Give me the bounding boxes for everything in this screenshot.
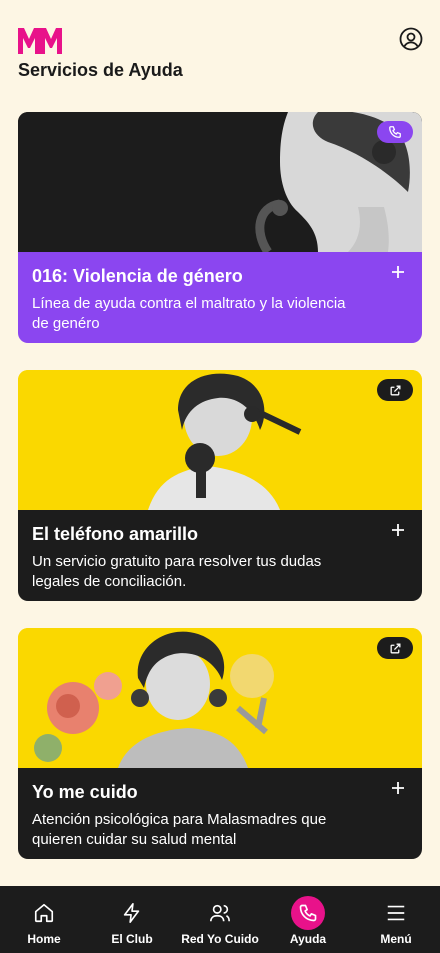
- card-body: Yo me cuido Atención psicológica para Ma…: [18, 768, 422, 859]
- external-link-icon: [390, 643, 400, 653]
- lightning-icon: [115, 896, 149, 930]
- home-icon: [27, 896, 61, 930]
- nav-item-menu[interactable]: Menú: [352, 886, 440, 953]
- card-description: Atención psicológica para Malasmadres qu…: [32, 811, 327, 848]
- nav-label: El Club: [111, 932, 153, 946]
- nav-label: Menú: [380, 932, 412, 946]
- app-header: Servicios de Ayuda: [0, 0, 440, 100]
- page-title: Servicios de Ayuda: [18, 60, 183, 80]
- service-card-telefono-amarillo[interactable]: El teléfono amarillo Un servicio gratuit…: [18, 370, 422, 601]
- nav-label: Home: [27, 932, 61, 946]
- card-image: [18, 112, 422, 252]
- nav-item-red-yo-cuido[interactable]: Red Yo Cuido: [176, 886, 264, 953]
- card-description: Un servicio gratuito para resolver tus d…: [32, 553, 322, 590]
- call-badge[interactable]: [377, 121, 413, 143]
- user-circle-icon: [399, 27, 423, 51]
- card-image: [18, 370, 422, 510]
- plus-icon[interactable]: [390, 780, 406, 796]
- external-link-icon: [390, 385, 400, 395]
- nav-item-home[interactable]: Home: [0, 886, 88, 953]
- nav-item-ayuda[interactable]: Ayuda: [264, 886, 352, 953]
- phone-icon: [389, 126, 401, 138]
- nav-label: Ayuda: [289, 932, 327, 946]
- nav-item-el-club[interactable]: El Club: [88, 886, 176, 953]
- plus-icon[interactable]: [390, 522, 406, 538]
- card-body: El teléfono amarillo Un servicio gratuit…: [18, 510, 422, 601]
- woman-with-headphones-photo: [18, 112, 422, 252]
- woman-with-roses-photo: [18, 628, 422, 768]
- external-link-badge[interactable]: [377, 379, 413, 401]
- card-image: [18, 628, 422, 768]
- service-card-yo-me-cuido[interactable]: Yo me cuido Atención psicológica para Ma…: [18, 628, 422, 859]
- bottom-navigation: Home El Club Red Yo Cuido Ayuda Menú: [0, 886, 440, 953]
- hamburger-menu-icon: [379, 896, 413, 930]
- card-body: 016: Violencia de género Línea de ayuda …: [18, 252, 422, 343]
- external-link-badge[interactable]: [377, 637, 413, 659]
- users-icon: [203, 896, 237, 930]
- card-title: Yo me cuido: [32, 782, 138, 802]
- card-title: El teléfono amarillo: [32, 524, 199, 544]
- service-card-016[interactable]: 016: Violencia de género Línea de ayuda …: [18, 112, 422, 343]
- woman-on-vintage-phone-photo: [18, 370, 422, 510]
- card-title: 016: Violencia de género: [32, 266, 243, 286]
- malasmadres-logo[interactable]: [18, 26, 62, 54]
- plus-icon[interactable]: [390, 264, 406, 280]
- profile-button[interactable]: [398, 26, 424, 52]
- phone-icon: [291, 896, 325, 930]
- card-description: Línea de ayuda contra el maltrato y la v…: [32, 295, 346, 332]
- nav-label: Red Yo Cuido: [181, 932, 259, 946]
